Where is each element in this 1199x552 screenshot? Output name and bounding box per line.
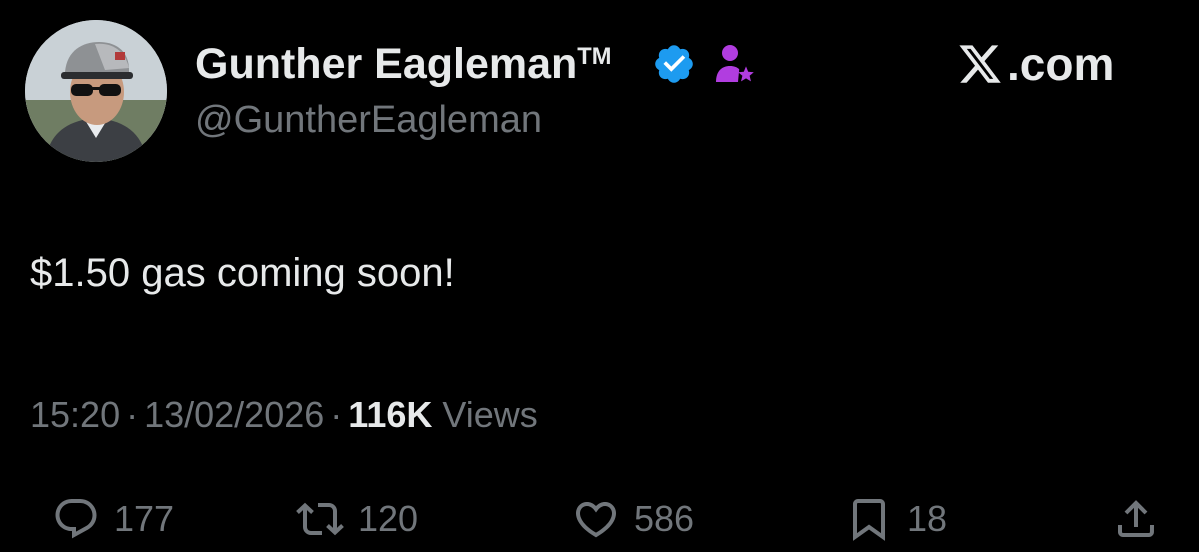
- verified-badge-icon[interactable]: [652, 42, 696, 86]
- retweet-button[interactable]: 120: [296, 492, 418, 546]
- reply-button[interactable]: 177: [52, 492, 174, 546]
- tweet-time[interactable]: 15:20: [30, 394, 120, 435]
- share-icon: [1118, 500, 1154, 537]
- avatar[interactable]: [25, 20, 167, 162]
- meta-separator: ·: [330, 394, 343, 435]
- views-label: Views: [442, 394, 538, 435]
- x-brand-logo: .com: [955, 34, 1145, 94]
- retweet-icon: [296, 502, 344, 536]
- reply-icon: [55, 499, 97, 539]
- user-handle[interactable]: @GuntherEagleman: [195, 96, 542, 144]
- like-count: 586: [634, 498, 695, 539]
- x-logo-icon: [959, 45, 1001, 83]
- brand-domain-label: .com: [1007, 38, 1115, 90]
- like-button[interactable]: 586: [572, 492, 694, 546]
- retweet-count: 120: [358, 498, 419, 539]
- bookmark-icon: [853, 499, 885, 541]
- bookmark-button[interactable]: 18: [845, 492, 947, 546]
- affiliate-person-star-icon[interactable]: [710, 40, 758, 88]
- display-name-text: Gunther Eagleman: [195, 40, 578, 88]
- display-name[interactable]: Gunther EaglemanTM: [195, 38, 611, 97]
- reply-count: 177: [114, 498, 175, 539]
- tweet-metadata: 15:20 · 13/02/2026 · 116K Views: [30, 392, 538, 438]
- heart-icon: [575, 502, 617, 538]
- trademark-symbol: TM: [577, 43, 612, 70]
- share-button[interactable]: [1112, 492, 1160, 546]
- avatar-photo: [25, 20, 167, 162]
- tweet-date[interactable]: 13/02/2026: [144, 394, 324, 435]
- meta-separator: ·: [126, 394, 139, 435]
- tweet-text: $1.50 gas coming soon!: [30, 251, 455, 295]
- bookmark-count: 18: [907, 498, 948, 539]
- views-count: 116K: [348, 394, 433, 435]
